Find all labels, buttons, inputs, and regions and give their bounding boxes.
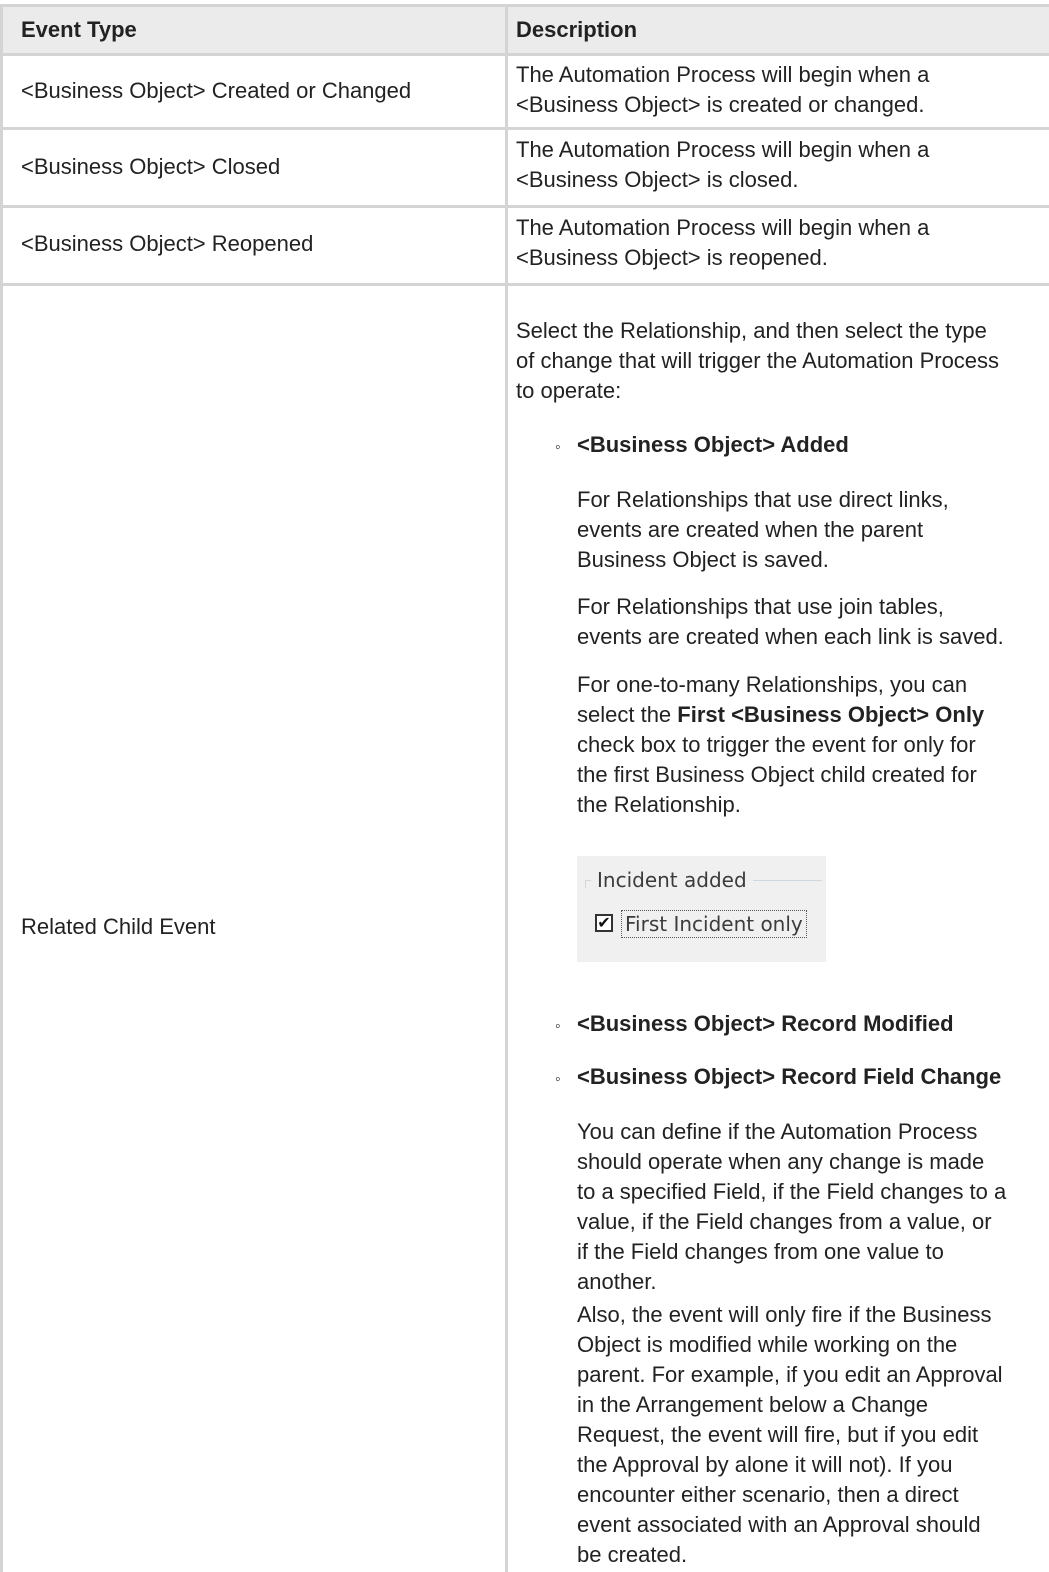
event-type-table: Event Type Description <Business Object>… [0,0,1049,1572]
para-line: parent. For example, if you edit an Appr… [577,1362,1003,1387]
para-text: to trigger the event for only for [676,732,976,757]
para-line: be created. [577,1542,688,1567]
para-line: Business Object is saved. [577,547,829,572]
incident-added-screenshot: Incident added ✔ First Incident only [577,856,826,962]
bullet-added-title: <Business Object> Added [577,432,849,457]
bullet-circle-icon: ◦ [555,1018,561,1035]
para-line: check box to trigger the event for only … [577,730,1042,760]
added-para-one-to-many: For one-to-many Relationships, you can s… [577,670,1042,820]
header-description: Description [516,17,638,42]
desc-line: <Business Object> is reopened. [516,245,828,270]
para-line: For Relationships that use direct links, [577,487,949,512]
row-desc-reopened: The Automation Process will begin when a… [516,213,1047,273]
added-para-join-tables: For Relationships that use join tables, … [577,592,1042,652]
group-box-line [585,880,586,888]
bullet-added: ◦ <Business Object> Added [555,430,849,463]
para-line: should operate when any change is made [577,1149,985,1174]
para-line: value, if the Field changes from a value… [577,1209,992,1234]
desc-line: <Business Object> is closed. [516,167,799,192]
bullet-record-modified-title: <Business Object> Record Modified [577,1011,954,1036]
first-only-option-name: First <Business Object> Only [677,702,985,727]
para-line: Object is modified while working on the [577,1332,958,1357]
para-line: another. [577,1269,657,1294]
related-intro: Select the Relationship, and then select… [516,316,1047,406]
first-incident-only-checkbox[interactable]: ✔ [595,914,613,932]
row-divider [0,283,1049,286]
intro-line: to operate: [516,378,622,403]
para-line: the first Business Object child created … [577,762,977,787]
row-event-closed: <Business Object> Closed [21,154,281,179]
para-line: events are created when the parent [577,517,924,542]
row-desc-created-changed: The Automation Process will begin when a… [516,60,1047,120]
para-line: Also, the event will only fire if the Bu… [577,1302,992,1327]
column-divider [505,4,508,1572]
row-event-reopened: <Business Object> Reopened [21,231,314,256]
para-line: the Approval by alone it will not). If y… [577,1452,953,1477]
bullet-record-modified: ◦ <Business Object> Record Modified [555,1009,954,1042]
para-line: if the Field changes from one value to [577,1239,944,1264]
check-box-term: check box [577,732,677,757]
para-line: the Relationship. [577,792,741,817]
bullet-field-change: ◦ <Business Object> Record Field Change [555,1062,1001,1095]
row-desc-closed: The Automation Process will begin when a… [516,135,1047,195]
para-line: in the Arrangement below a Change [577,1392,929,1417]
para-text: select the [577,702,678,727]
para-line: Request, the event will fire, but if you… [577,1422,979,1447]
intro-line: of change that will trigger the Automati… [516,348,1000,373]
para-line: to a specified Field, if the Field chang… [577,1179,1007,1204]
added-para-direct-links: For Relationships that use direct links,… [577,485,1042,575]
para-line: event associated with an Approval should [577,1512,981,1537]
desc-line: The Automation Process will begin when a [516,137,930,162]
para-line: You can define if the Automation Process [577,1119,978,1144]
first-incident-only-label[interactable]: First Incident only [621,910,807,938]
para-line: events are created when each link is sav… [577,624,1004,649]
row-event-created-changed: <Business Object> Created or Changed [21,78,412,103]
field-change-para-also: Also, the event will only fire if the Bu… [577,1300,1042,1570]
row-divider [0,205,1049,208]
para-line: For Relationships that use join tables, [577,594,944,619]
table-border-left [0,4,3,1572]
bullet-circle-icon: ◦ [555,1071,561,1088]
intro-line: Select the Relationship, and then select… [516,318,987,343]
para-line: select the First <Business Object> Only [577,700,1042,730]
row-event-related-child: Related Child Event [21,914,216,939]
para-line: encounter either scenario, then a direct [577,1482,959,1507]
header-event-type: Event Type [21,17,137,42]
desc-line: <Business Object> is created or changed. [516,92,925,117]
para-line: For one-to-many Relationships, you can [577,672,968,697]
desc-line: The Automation Process will begin when a [516,62,930,87]
group-box-label: Incident added [591,867,753,893]
bullet-field-change-title: <Business Object> Record Field Change [577,1064,1002,1089]
field-change-para-define: You can define if the Automation Process… [577,1117,1042,1297]
desc-line: The Automation Process will begin when a [516,215,930,240]
row-divider [0,127,1049,130]
bullet-circle-icon: ◦ [555,439,561,456]
